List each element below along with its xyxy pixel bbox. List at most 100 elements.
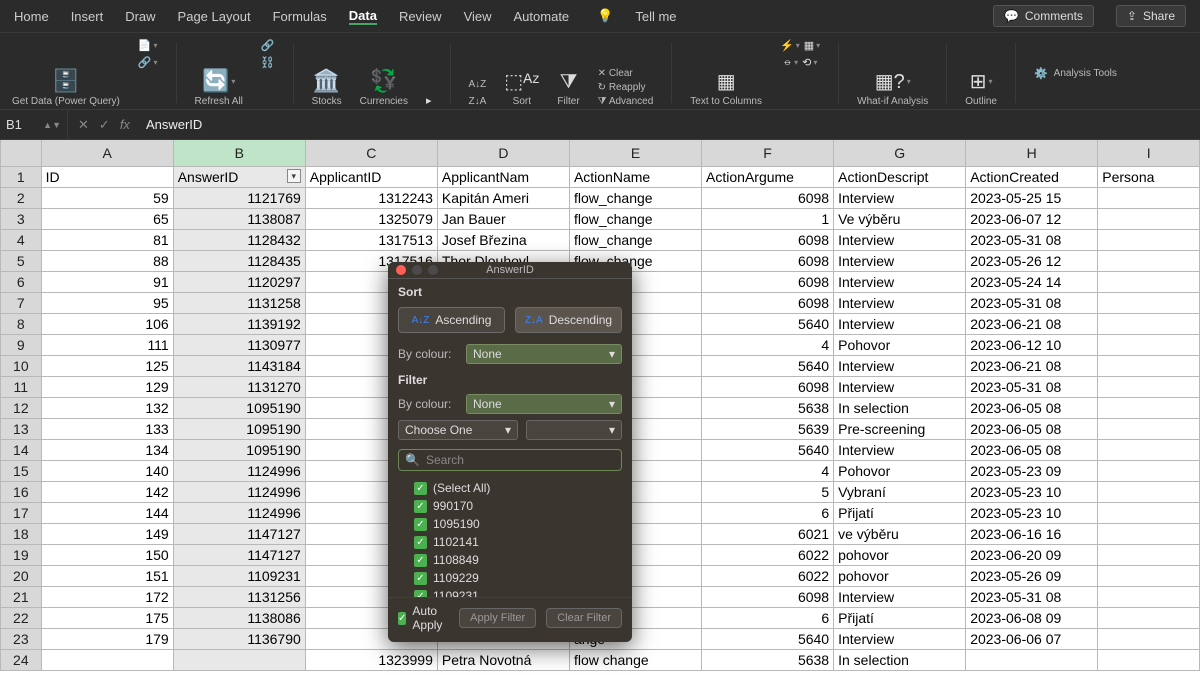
cell[interactable] <box>1098 250 1200 271</box>
cell[interactable] <box>1098 586 1200 607</box>
cell[interactable]: 1095190 <box>173 418 305 439</box>
cell[interactable]: 1131270 <box>173 376 305 397</box>
cell[interactable] <box>1098 439 1200 460</box>
cell[interactable]: 2023-06-07 12 <box>966 208 1098 229</box>
cell[interactable]: 2023-06-05 08 <box>966 439 1098 460</box>
row-header[interactable]: 11 <box>1 376 42 397</box>
tab-data[interactable]: Data <box>349 8 377 25</box>
popup-titlebar[interactable]: AnswerID <box>388 262 632 279</box>
rb-whatif[interactable]: ▦? What-if Analysis <box>857 39 928 107</box>
cell[interactable]: 6098 <box>702 187 834 208</box>
cell[interactable]: 129 <box>41 376 173 397</box>
rb-text-to-columns[interactable]: ▦ Text to Columns <box>690 39 762 107</box>
cell[interactable]: flow change <box>569 649 701 670</box>
cell[interactable] <box>1098 481 1200 502</box>
tab-automate[interactable]: Automate <box>514 9 570 24</box>
fx-icon[interactable]: fx <box>120 117 130 133</box>
row-header[interactable]: 21 <box>1 586 42 607</box>
filter-list-item[interactable]: ✓(Select All) <box>414 479 622 497</box>
cell[interactable]: 1128432 <box>173 229 305 250</box>
cell-selected[interactable]: AnswerID▾ <box>173 166 305 187</box>
cell[interactable] <box>1098 187 1200 208</box>
cell[interactable]: 2023-05-26 12 <box>966 250 1098 271</box>
cell[interactable]: Kapitán Ameri <box>437 187 569 208</box>
cell[interactable]: ActionArgume <box>702 166 834 187</box>
relationships-icon[interactable]: ⟲ <box>802 56 817 69</box>
row-header[interactable]: 13 <box>1 418 42 439</box>
row-header[interactable]: 16 <box>1 481 42 502</box>
cell[interactable]: 2023-05-24 14 <box>966 271 1098 292</box>
cell[interactable]: 1131256 <box>173 586 305 607</box>
cell[interactable]: 5640 <box>702 313 834 334</box>
cell[interactable]: ApplicantID <box>305 166 437 187</box>
sort-za-icon[interactable]: Z↓A <box>469 96 487 107</box>
cell[interactable]: 1312243 <box>305 187 437 208</box>
cell[interactable]: 1128435 <box>173 250 305 271</box>
row-header[interactable]: 8 <box>1 313 42 334</box>
cell[interactable]: 2023-05-31 08 <box>966 229 1098 250</box>
cell[interactable] <box>1098 523 1200 544</box>
filter-colour-select[interactable]: None▾ <box>466 394 622 414</box>
formula-input[interactable]: AnswerID <box>140 117 1200 132</box>
cell[interactable]: 2023-06-06 07 <box>966 628 1098 649</box>
cell[interactable]: 6 <box>702 502 834 523</box>
rb-analysis-tools[interactable]: ⚙️ Analysis Tools <box>1034 39 1117 107</box>
cell[interactable] <box>1098 397 1200 418</box>
cell[interactable]: 81 <box>41 229 173 250</box>
cell[interactable]: In selection <box>834 397 966 418</box>
cell[interactable]: flow_change <box>569 229 701 250</box>
cell[interactable]: 1136790 <box>173 628 305 649</box>
row-header[interactable]: 7 <box>1 292 42 313</box>
auto-apply-checkbox[interactable]: ✓ Auto Apply <box>398 604 449 632</box>
cell[interactable]: 6022 <box>702 544 834 565</box>
row-header[interactable]: 9 <box>1 334 42 355</box>
cell[interactable] <box>1098 460 1200 481</box>
row-header[interactable]: 3 <box>1 208 42 229</box>
header-row[interactable]: 1 ID AnswerID▾ ApplicantID ApplicantNam … <box>1 166 1200 187</box>
rb-get-data[interactable]: 🗄️ Get Data (Power Query) <box>12 39 120 107</box>
row-header[interactable]: 6 <box>1 271 42 292</box>
cell[interactable]: Interview <box>834 586 966 607</box>
clear-filter-button[interactable]: Clear Filter <box>546 608 622 628</box>
table-row[interactable]: 48111284321317513Josef Březinaflow_chang… <box>1 229 1200 250</box>
cell[interactable]: 6098 <box>702 376 834 397</box>
cell[interactable]: 144 <box>41 502 173 523</box>
tab-review[interactable]: Review <box>399 9 442 24</box>
row-header[interactable]: 15 <box>1 460 42 481</box>
cell[interactable]: 5640 <box>702 355 834 376</box>
cell[interactable]: 6021 <box>702 523 834 544</box>
sort-az-icon[interactable]: A↓Z <box>469 79 487 90</box>
cell[interactable]: 1124996 <box>173 502 305 523</box>
cell[interactable]: 88 <box>41 250 173 271</box>
row-header[interactable]: 18 <box>1 523 42 544</box>
cell[interactable]: 2023-05-23 10 <box>966 481 1098 502</box>
cell[interactable]: 6022 <box>702 565 834 586</box>
cell[interactable]: Přijatí <box>834 607 966 628</box>
column-headers[interactable]: A B C D E F G H I <box>1 140 1200 166</box>
confirm-edit-icon[interactable]: ✓ <box>99 117 110 133</box>
queries-icon[interactable]: 🔗 <box>138 56 158 69</box>
cell[interactable]: 91 <box>41 271 173 292</box>
cell[interactable]: 6 <box>702 607 834 628</box>
cell[interactable] <box>1098 376 1200 397</box>
cell[interactable]: 2023-06-16 16 <box>966 523 1098 544</box>
cell[interactable]: 1124996 <box>173 460 305 481</box>
cell[interactable]: Interview <box>834 229 966 250</box>
rb-stocks[interactable]: 🏛️ Stocks <box>312 39 342 107</box>
cell[interactable]: 6098 <box>702 292 834 313</box>
cell[interactable]: 5638 <box>702 397 834 418</box>
cell[interactable]: 1120297 <box>173 271 305 292</box>
cell[interactable] <box>1098 292 1200 313</box>
tab-page-layout[interactable]: Page Layout <box>178 9 251 24</box>
cell[interactable] <box>1098 229 1200 250</box>
cell[interactable]: 134 <box>41 439 173 460</box>
cell[interactable]: 175 <box>41 607 173 628</box>
cell[interactable]: Vybraní <box>834 481 966 502</box>
cell[interactable] <box>1098 313 1200 334</box>
share-button[interactable]: ⇪Share <box>1116 5 1186 27</box>
flash-fill-icon[interactable]: ⚡ <box>780 39 800 52</box>
cell[interactable]: 95 <box>41 292 173 313</box>
cell[interactable]: 150 <box>41 544 173 565</box>
filter-dropdown-icon[interactable]: ▾ <box>287 169 301 183</box>
row-header[interactable]: 14 <box>1 439 42 460</box>
